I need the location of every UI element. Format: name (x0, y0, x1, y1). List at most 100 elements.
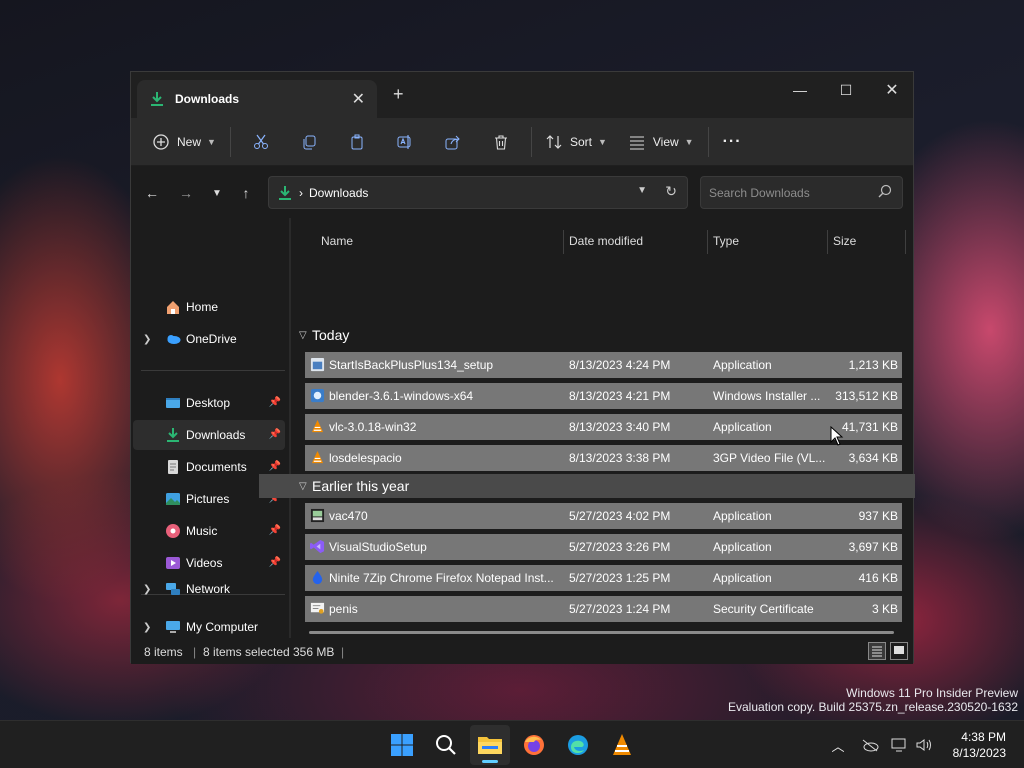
search-icon[interactable] (878, 184, 892, 198)
paste-button[interactable] (341, 126, 373, 158)
clock-time: 4:38 PM (961, 730, 1006, 744)
sort-icon (546, 134, 562, 149)
table-row[interactable]: penis 5/27/2023 1:24 PM Security Certifi… (305, 596, 902, 622)
rename-button[interactable] (389, 126, 421, 158)
file-size: 3,634 KB (848, 451, 898, 465)
group-header[interactable]: ▽ Today (293, 323, 913, 347)
navigation-row: ← → ▼ ↑ › Downloads ▼ ↻ (131, 166, 913, 218)
chevron-down-icon: ▼ (212, 187, 222, 199)
network-icon (166, 583, 180, 595)
taskbar-firefox[interactable] (514, 725, 554, 765)
chevron-right-icon[interactable]: ❯ (143, 584, 151, 595)
back-button[interactable]: ← (139, 180, 165, 206)
table-row[interactable]: StartIsBackPlusPlus134_setup 8/13/2023 4… (305, 352, 902, 378)
new-button[interactable]: New ▼ (145, 126, 224, 158)
table-row[interactable]: losdelespacio 8/13/2023 3:38 PM 3GP Vide… (305, 445, 902, 471)
up-button[interactable]: ↑ (233, 180, 259, 206)
table-row[interactable]: VisualStudioSetup 5/27/2023 3:26 PM Appl… (305, 534, 902, 560)
horizontal-scrollbar[interactable] (309, 631, 894, 634)
pin-icon[interactable]: 📌 (269, 397, 281, 408)
maximize-button[interactable]: ☐ (823, 76, 869, 104)
view-list-icon (629, 135, 644, 150)
pin-icon[interactable]: 📌 (269, 429, 281, 440)
more-options-button[interactable]: ··· (715, 126, 750, 158)
firefox-icon (524, 735, 544, 755)
sidebar-item-home[interactable]: Home (133, 292, 285, 322)
table-row[interactable]: vac470 5/27/2023 4:02 PM Application 937… (305, 503, 902, 529)
cut-button[interactable] (245, 126, 277, 158)
refresh-icon[interactable]: ↻ (665, 183, 677, 200)
sidebar-item-music[interactable]: Music 📌 (133, 516, 285, 546)
search-input[interactable] (709, 184, 869, 202)
forward-button[interactable]: → (173, 180, 199, 206)
taskbar-vlc[interactable] (602, 725, 642, 765)
view-button[interactable]: View ▼ (621, 126, 702, 158)
copy-button[interactable] (293, 126, 325, 158)
taskbar-file-explorer[interactable] (470, 725, 510, 765)
item-count: 8 items (144, 645, 183, 659)
toolbar-divider (530, 126, 532, 157)
delete-button[interactable] (485, 126, 517, 158)
show-hidden-icons-chevron-up-icon[interactable]: ︿ (828, 735, 848, 755)
breadcrumb-downloads[interactable]: Downloads (309, 186, 368, 200)
table-row[interactable]: blender-3.6.1-windows-x64 8/13/2023 4:21… (305, 383, 902, 409)
installer-icon (310, 357, 325, 372)
volume-icon[interactable] (914, 735, 934, 755)
chevron-right-icon[interactable]: ❯ (143, 334, 151, 345)
column-header-size[interactable]: Size (833, 226, 856, 256)
close-window-button[interactable]: ✕ (869, 76, 915, 104)
toolbar-divider (707, 126, 709, 157)
onedrive-tray-cloud-icon[interactable] (860, 735, 880, 755)
search-icon (436, 735, 456, 755)
pin-icon[interactable]: 📌 (269, 557, 281, 568)
tab-close-button[interactable]: ✕ (352, 89, 365, 109)
pin-icon[interactable]: 📌 (269, 525, 281, 536)
chevron-down-icon[interactable]: ▽ (299, 481, 307, 492)
sidebar-item-network[interactable]: ❯ Network (133, 574, 285, 604)
column-divider[interactable] (905, 230, 906, 254)
file-name: penis (329, 602, 358, 616)
tiles-view-button[interactable] (890, 642, 908, 660)
file-size: 41,731 KB (841, 420, 898, 434)
address-history-chevron-icon[interactable]: ▼ (637, 185, 647, 196)
taskbar-edge[interactable] (558, 725, 598, 765)
search-button[interactable] (426, 725, 466, 765)
chevron-down-icon[interactable]: ▽ (299, 330, 307, 341)
details-view-button[interactable] (868, 642, 886, 660)
sidebar-item-onedrive[interactable]: ❯ OneDrive (133, 324, 285, 354)
column-header-name[interactable]: Name (321, 226, 353, 256)
file-type: 3GP Video File (VL... (713, 451, 826, 465)
pin-icon[interactable]: 📌 (269, 461, 281, 472)
watermark-line-1: Windows 11 Pro Insider Preview (846, 686, 1018, 700)
address-bar[interactable]: › Downloads ▼ ↻ (268, 176, 688, 209)
sidebar-item-downloads[interactable]: Downloads 📌 (133, 420, 285, 450)
column-header-date[interactable]: Date modified (569, 226, 643, 256)
chevron-right-icon[interactable]: ❯ (143, 622, 151, 633)
new-tab-button[interactable]: + (393, 84, 404, 105)
sort-button[interactable]: Sort ▼ (538, 126, 615, 158)
tab-downloads[interactable]: Downloads ✕ (137, 80, 377, 118)
column-divider[interactable] (707, 230, 708, 254)
folder-icon (478, 737, 502, 754)
share-button[interactable] (437, 126, 469, 158)
sidebar-item-desktop[interactable]: Desktop 📌 (133, 388, 285, 418)
file-size: 3 KB (871, 602, 898, 616)
title-bar[interactable]: Downloads ✕ + — ☐ ✕ (131, 72, 913, 118)
system-clock[interactable]: 4:38 PM 8/13/2023 (953, 729, 1006, 761)
music-icon (166, 524, 180, 538)
network-tray-icon[interactable] (890, 735, 910, 755)
start-button[interactable] (382, 725, 422, 765)
table-row[interactable]: Ninite 7Zip Chrome Firefox Notepad Inst.… (305, 565, 902, 591)
pane-splitter[interactable] (289, 218, 291, 638)
table-row[interactable]: vlc-3.0.18-win32 8/13/2023 3:40 PM Appli… (305, 414, 902, 440)
minimize-button[interactable]: — (777, 76, 823, 104)
recent-locations-button[interactable]: ▼ (204, 180, 230, 206)
column-header-type[interactable]: Type (713, 226, 739, 256)
group-header[interactable]: ▽ Earlier this year (259, 474, 915, 498)
trash-icon (494, 134, 507, 150)
taskbar: ︿ 4:38 PM 8/13/2023 (0, 720, 1024, 768)
column-divider[interactable] (563, 230, 564, 254)
search-box[interactable] (700, 176, 903, 209)
download-icon (167, 428, 179, 442)
column-divider[interactable] (827, 230, 828, 254)
